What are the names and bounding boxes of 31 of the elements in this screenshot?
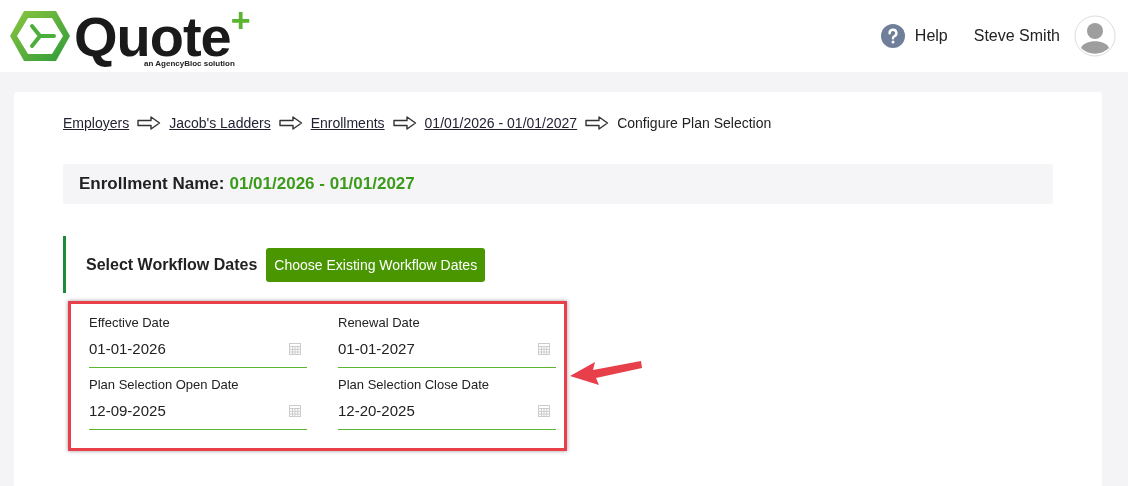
breadcrumb-link[interactable]: Jacob's Ladders	[169, 115, 271, 131]
date-field[interactable]: 01-01-2027	[338, 330, 556, 368]
breadcrumb-current: Configure Plan Selection	[617, 115, 772, 131]
field-label: Plan Selection Close Date	[338, 377, 491, 392]
enrollment-value: 01/01/2026 - 01/01/2027	[229, 174, 415, 194]
logo-plus-mark: +	[230, 4, 251, 35]
breadcrumb-link[interactable]: Enrollments	[310, 115, 385, 131]
date-field[interactable]: 01-01-2026	[89, 330, 307, 368]
field-label: Effective Date	[89, 315, 171, 330]
arrow-icon	[392, 116, 417, 130]
help-link[interactable]: Help	[914, 27, 948, 45]
choose-dates-button[interactable]: Choose Existing Workflow Dates	[266, 247, 486, 282]
field-label: Plan Selection Open Date	[89, 377, 240, 392]
breadcrumb-link[interactable]: 01/01/2026 - 01/01/2027	[424, 115, 578, 131]
enrollment-label: Enrollment Name:	[79, 174, 225, 194]
avatar-icon[interactable]	[1074, 15, 1116, 57]
arrow-icon	[585, 116, 610, 130]
calendar-icon[interactable]	[537, 403, 551, 418]
arrow-icon	[137, 116, 162, 130]
calendar-icon[interactable]	[537, 341, 551, 356]
date-field[interactable]: 12-09-2025	[89, 392, 307, 430]
calendar-icon[interactable]	[288, 341, 302, 356]
arrow-icon	[278, 116, 303, 130]
hexagon-logo-icon	[8, 8, 72, 64]
date-field[interactable]: 12-20-2025	[338, 392, 556, 430]
breadcrumb-link[interactable]: Employers	[63, 115, 130, 131]
help-icon[interactable]	[880, 24, 905, 48]
field-label: Renewal Date	[338, 315, 421, 330]
user-name[interactable]: Steve Smith	[973, 27, 1060, 45]
section-title: Select Workflow Dates	[86, 255, 258, 274]
calendar-icon[interactable]	[288, 403, 302, 418]
